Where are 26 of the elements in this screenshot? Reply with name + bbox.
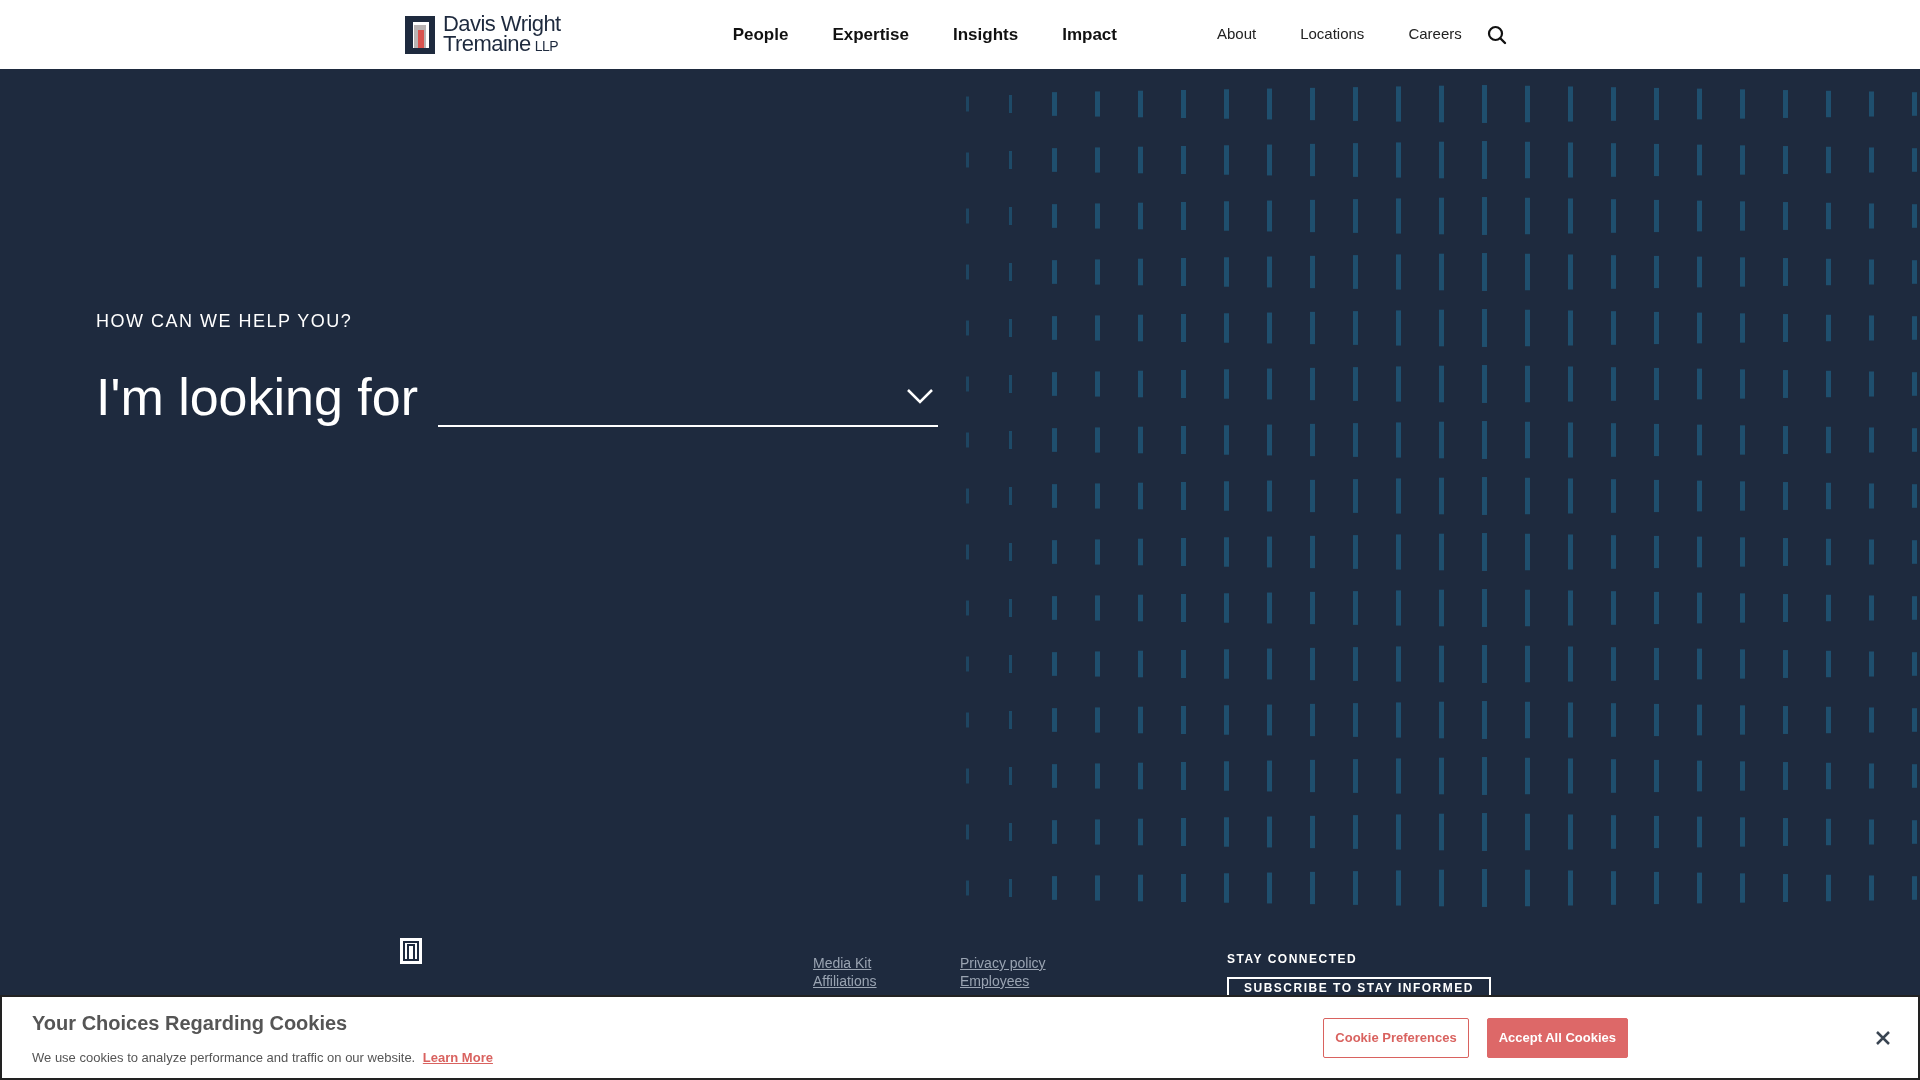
logo-text[interactable]: Davis Wright bbox=[443, 13, 561, 34]
search-icon[interactable] bbox=[1486, 24, 1507, 45]
preferences-button[interactable]: Cookie Preferences bbox=[1323, 1017, 1469, 1058]
logo-icon[interactable] bbox=[405, 15, 435, 54]
banner-title: Your Choices Regarding Cookies bbox=[32, 1010, 349, 1036]
banner-text: We use cookies to analyze performance and traffic on our website. Learn More bbox=[32, 1048, 493, 1067]
nav-link[interactable]: Expertise bbox=[832, 21, 909, 48]
logo-suffix[interactable]: LLP bbox=[534, 35, 558, 56]
logo-icon[interactable] bbox=[400, 938, 422, 964]
prompt-text: I'm looking for bbox=[96, 367, 419, 427]
nav-link[interactable]: About bbox=[1216, 23, 1257, 46]
logo-text[interactable]: Tremaine bbox=[443, 33, 531, 54]
section-heading: STAY CONNECTED bbox=[1227, 951, 1358, 968]
learn-more-link[interactable]: Learn More bbox=[422, 1049, 493, 1065]
nav-link[interactable]: Careers bbox=[1408, 23, 1462, 46]
nav-link[interactable]: Locations bbox=[1300, 23, 1365, 46]
footer-link[interactable]: Employees bbox=[960, 972, 1046, 990]
nav-link[interactable]: People bbox=[732, 21, 789, 48]
footer-link[interactable]: Privacy policy bbox=[960, 954, 1046, 972]
close-icon[interactable] bbox=[1876, 1030, 1890, 1045]
nav-link[interactable]: Impact bbox=[1062, 21, 1117, 48]
eyebrow-text: HOW CAN WE HELP YOU? bbox=[96, 310, 354, 333]
nav-link[interactable]: Insights bbox=[953, 21, 1019, 48]
footer-link[interactable]: Media Kit bbox=[813, 954, 877, 972]
footer-link[interactable]: Affiliations bbox=[813, 972, 877, 990]
chevron-down-icon bbox=[906, 388, 935, 404]
